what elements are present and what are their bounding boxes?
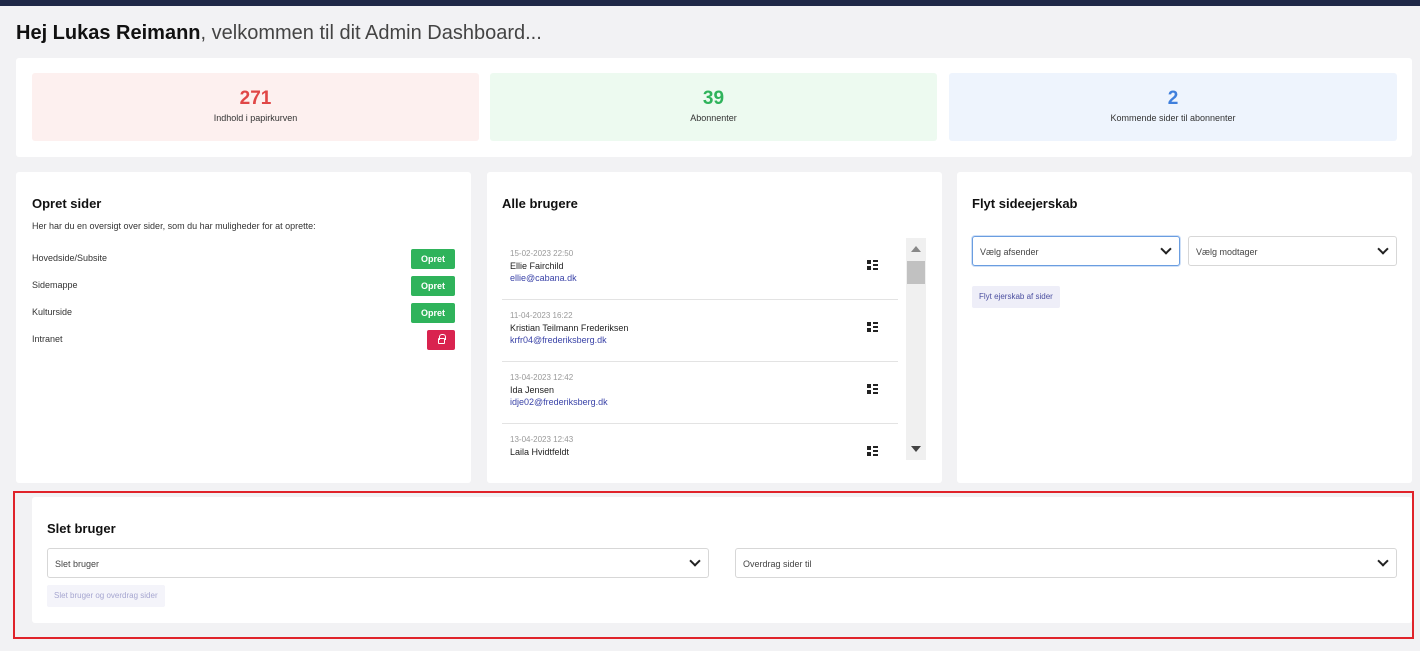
greeting-text: , velkommen til dit Admin Dashboard...	[200, 22, 542, 44]
sender-select-value: Vælg afsender	[980, 247, 1039, 257]
transfer-ownership-panel: Flyt sideejerskab Vælg afsender Vælg mod…	[957, 172, 1412, 483]
user-date: 11-04-2023 16:22	[510, 311, 573, 320]
stat-subscribers[interactable]: 39 Abonnenter	[490, 73, 937, 141]
page-type-name: Sidemappe	[32, 280, 78, 290]
chevron-down-icon	[689, 555, 701, 567]
receiver-select-value: Vælg modtager	[1196, 247, 1258, 257]
page-type-row: Kulturside Opret	[32, 303, 455, 323]
page-type-row: Intranet	[32, 330, 455, 350]
create-hovedside-button[interactable]: Opret	[411, 249, 455, 269]
user-list-item[interactable]: 13-04-2023 12:43 Laila Hvidtfeldt	[502, 424, 898, 464]
delete-and-transfer-button[interactable]: Slet bruger og overdrag sider	[47, 585, 165, 607]
user-name: Ida Jensen	[510, 385, 555, 395]
user-list-item[interactable]: 13-04-2023 12:42 Ida Jensen idje02@frede…	[502, 362, 898, 424]
all-users-title: Alle brugere	[502, 196, 578, 211]
qr-grid-icon[interactable]	[867, 446, 878, 456]
stat-trash[interactable]: 271 Indhold i papirkurven	[32, 73, 479, 141]
locked-intranet-button[interactable]	[427, 330, 455, 350]
user-name: Kristian Teilmann Frederiksen	[510, 323, 629, 333]
all-users-panel: Alle brugere 15-02-2023 22:50 Ellie Fair…	[487, 172, 942, 483]
transfer-pages-select[interactable]: Overdrag sider til	[735, 548, 1397, 578]
user-email-link[interactable]: idje02@frederiksberg.dk	[510, 397, 608, 407]
lock-icon	[437, 334, 446, 344]
page-type-name: Hovedside/Subsite	[32, 253, 108, 263]
create-pages-description: Her har du en oversigt over sider, som d…	[32, 221, 316, 231]
create-sidemappe-button[interactable]: Opret	[411, 276, 455, 296]
page-type-name: Intranet	[32, 334, 63, 344]
user-email-link[interactable]: krfr04@frederiksberg.dk	[510, 335, 607, 345]
create-kulturside-button[interactable]: Opret	[411, 303, 455, 323]
user-list-scrollbar[interactable]	[906, 238, 926, 460]
page-type-name: Kulturside	[32, 307, 73, 317]
delete-user-panel: Slet bruger Slet bruger Overdrag sider t…	[32, 497, 1412, 623]
stat-upcoming-value: 2	[1167, 88, 1179, 109]
chevron-down-icon	[1377, 243, 1389, 255]
transfer-ownership-title: Flyt sideejerskab	[972, 196, 1078, 211]
user-date: 13-04-2023 12:43	[510, 435, 574, 444]
delete-user-title: Slet bruger	[47, 521, 116, 536]
user-name: Ellie Fairchild	[510, 261, 564, 271]
delete-user-select[interactable]: Slet bruger	[47, 548, 709, 578]
user-date: 13-04-2023 12:42	[510, 373, 574, 382]
scroll-down-arrow-icon[interactable]	[911, 446, 921, 452]
user-list-item[interactable]: 15-02-2023 22:50 Ellie Fairchild ellie@c…	[502, 238, 898, 300]
user-email-link[interactable]: ellie@cabana.dk	[510, 273, 577, 283]
user-list-item[interactable]: 11-04-2023 16:22 Kristian Teilmann Frede…	[502, 300, 898, 362]
scroll-thumb[interactable]	[907, 261, 925, 284]
receiver-select[interactable]: Vælg modtager	[1188, 236, 1397, 266]
qr-grid-icon[interactable]	[867, 322, 878, 332]
stats-card: 271 Indhold i papirkurven 39 Abonnenter …	[16, 58, 1412, 157]
create-pages-panel: Opret sider Her har du en oversigt over …	[16, 172, 471, 483]
chevron-down-icon	[1160, 243, 1172, 255]
sender-select[interactable]: Vælg afsender	[972, 236, 1180, 266]
qr-grid-icon[interactable]	[867, 260, 878, 270]
user-list[interactable]: 15-02-2023 22:50 Ellie Fairchild ellie@c…	[502, 238, 898, 464]
page-type-row: Hovedside/Subsite Opret	[32, 249, 455, 269]
stat-upcoming-label: Kommende sider til abonnenter	[1110, 113, 1236, 123]
page-greeting: Hej Lukas Reimann, velkommen til dit Adm…	[16, 22, 542, 45]
user-name: Laila Hvidtfeldt	[510, 447, 570, 457]
scroll-up-arrow-icon[interactable]	[911, 246, 921, 252]
create-pages-title: Opret sider	[32, 196, 102, 211]
qr-grid-icon[interactable]	[867, 384, 878, 394]
page-type-row: Sidemappe Opret	[32, 276, 455, 296]
top-bar	[0, 0, 1420, 6]
stat-upcoming-pages[interactable]: 2 Kommende sider til abonnenter	[949, 73, 1397, 141]
user-date: 15-02-2023 22:50	[510, 249, 574, 258]
greeting-user-name: Hej Lukas Reimann	[16, 22, 201, 44]
stat-subscribers-label: Abonnenter	[690, 113, 737, 123]
transfer-pages-select-value: Overdrag sider til	[743, 559, 812, 569]
stat-subscribers-value: 39	[702, 88, 725, 109]
delete-user-select-value: Slet bruger	[55, 559, 100, 569]
transfer-ownership-button[interactable]: Flyt ejerskab af sider	[972, 286, 1060, 308]
stat-trash-label: Indhold i papirkurven	[213, 113, 298, 123]
stat-trash-value: 271	[239, 88, 272, 109]
chevron-down-icon	[1377, 555, 1389, 567]
